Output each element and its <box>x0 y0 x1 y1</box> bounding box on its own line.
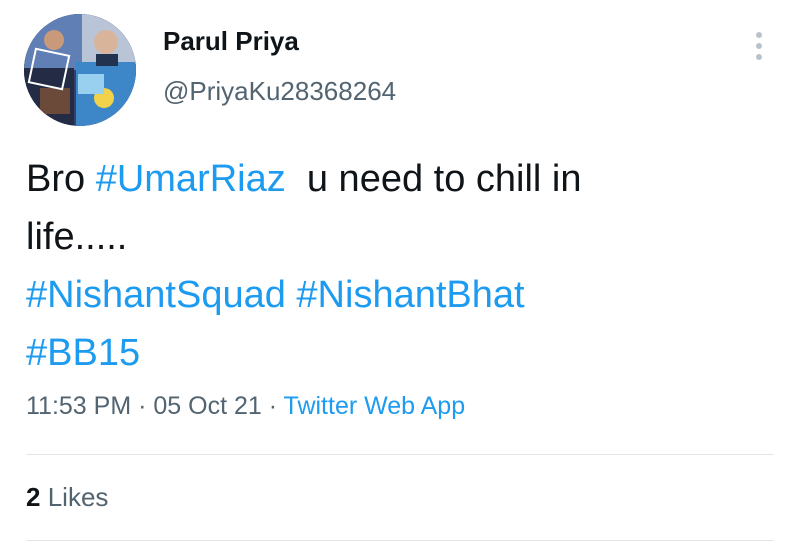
meta-separator: · <box>261 392 284 420</box>
hashtag-nishantbhat[interactable]: #NishantBhat <box>296 274 524 316</box>
tweet-source-link[interactable]: Twitter Web App <box>284 392 466 420</box>
tweet-text: Bro #UmarRiaz u need to chill in life...… <box>26 150 766 382</box>
hashtag-nishantsquad[interactable]: #NishantSquad <box>26 274 286 316</box>
meta-separator: · <box>131 392 154 420</box>
display-name[interactable]: Parul Priya <box>163 26 299 57</box>
more-vertical-icon[interactable] <box>744 26 774 66</box>
tweet-date[interactable]: 05 Oct 21 <box>153 392 261 420</box>
tweet-line-1: Bro #UmarRiaz u need to chill in <box>26 150 766 208</box>
divider <box>26 454 774 455</box>
tweet-time[interactable]: 11:53 PM <box>26 392 131 420</box>
tweet-text-suffix: u need to chill in <box>285 158 582 200</box>
tweet-meta: 11:53 PM · 05 Oct 21 · Twitter Web App <box>26 392 465 421</box>
likes-count: 2 <box>26 482 41 512</box>
hashtag-bb15[interactable]: #BB15 <box>26 332 140 374</box>
tweet-line-2: life..... <box>26 216 128 258</box>
tweet-line-4: #BB15 <box>26 324 766 382</box>
tweet-card: Parul Priya @PriyaKu28368264 Bro #UmarRi… <box>0 0 800 554</box>
tweet-line-3: #NishantSquad #NishantBhat <box>26 266 766 324</box>
likes-label: Likes <box>47 482 109 512</box>
likes-stat[interactable]: 2 Likes <box>26 482 108 513</box>
avatar-image <box>24 14 136 126</box>
divider <box>26 540 774 541</box>
user-handle[interactable]: @PriyaKu28368264 <box>163 76 396 107</box>
avatar[interactable] <box>24 14 136 126</box>
hashtag-umarriaz[interactable]: #UmarRiaz <box>96 158 286 200</box>
tweet-text-prefix: Bro <box>26 158 96 200</box>
